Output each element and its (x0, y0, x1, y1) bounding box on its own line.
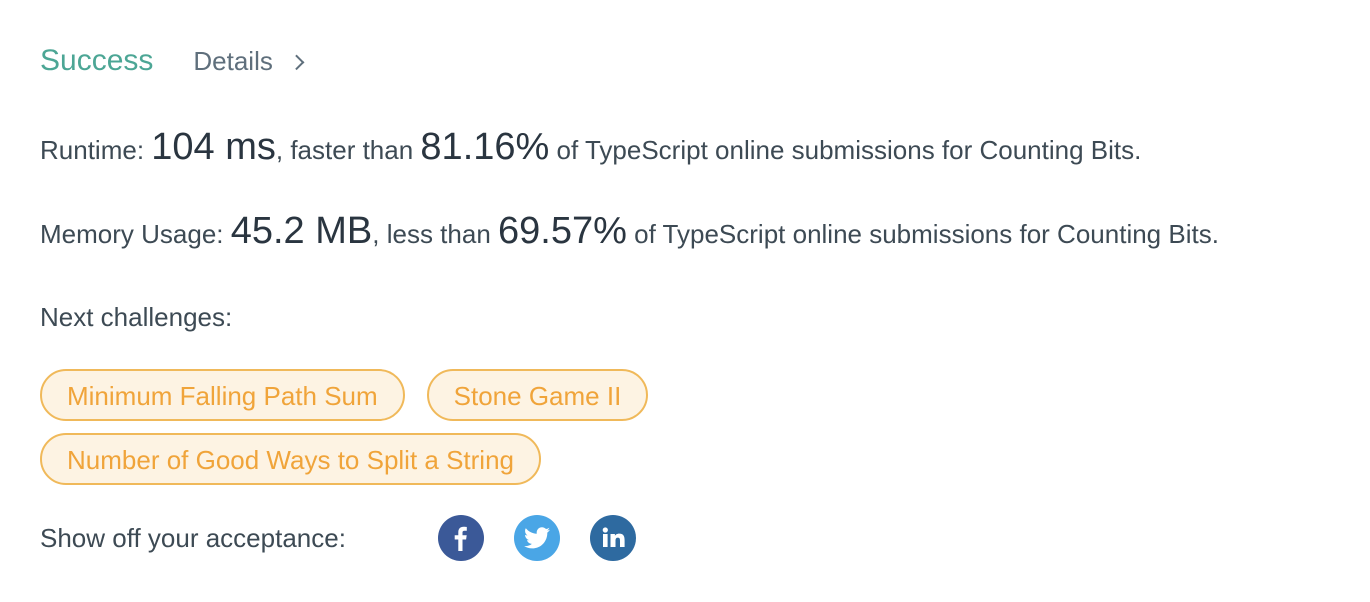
runtime-stat: Runtime: 104 ms, faster than 81.16% of T… (40, 126, 1141, 169)
twitter-icon (524, 527, 550, 549)
next-challenges-label: Next challenges: (40, 302, 233, 332)
chevron-right-icon (288, 54, 305, 71)
linkedin-icon (602, 527, 625, 547)
details-link[interactable]: Details (193, 46, 305, 77)
status-success: Success (40, 44, 154, 77)
memory-stat: Memory Usage: 45.2 MB, less than 69.57% … (40, 210, 1219, 253)
status-row: Success Details (40, 44, 305, 78)
challenge-chip-minimum-falling-path-sum[interactable]: Minimum Falling Path Sum (40, 369, 405, 421)
share-row: Show off your acceptance: (40, 515, 666, 561)
memory-percent: 69.57% (498, 210, 627, 252)
next-challenges-list: Minimum Falling Path Sum Stone Game II N… (40, 369, 760, 485)
facebook-icon (454, 526, 467, 551)
runtime-comparison: , faster than (275, 135, 421, 165)
memory-comparison: , less than (372, 219, 498, 249)
runtime-suffix: of TypeScript online submissions for Cou… (549, 135, 1142, 165)
memory-value: 45.2 MB (230, 210, 373, 252)
details-label: Details (193, 46, 273, 76)
runtime-label: Runtime: (40, 135, 152, 165)
runtime-value: 104 ms (151, 126, 276, 168)
share-label: Show off your acceptance: (40, 522, 346, 553)
memory-suffix: of TypeScript online submissions for Cou… (626, 219, 1219, 249)
linkedin-share-button[interactable] (590, 515, 636, 561)
runtime-percent: 81.16% (420, 126, 550, 168)
memory-label: Memory Usage: (40, 219, 231, 249)
challenge-chip-good-ways-split-string[interactable]: Number of Good Ways to Split a String (40, 433, 542, 485)
challenge-chip-stone-game-ii[interactable]: Stone Game II (426, 369, 649, 421)
facebook-share-button[interactable] (438, 515, 484, 561)
twitter-share-button[interactable] (514, 515, 560, 561)
